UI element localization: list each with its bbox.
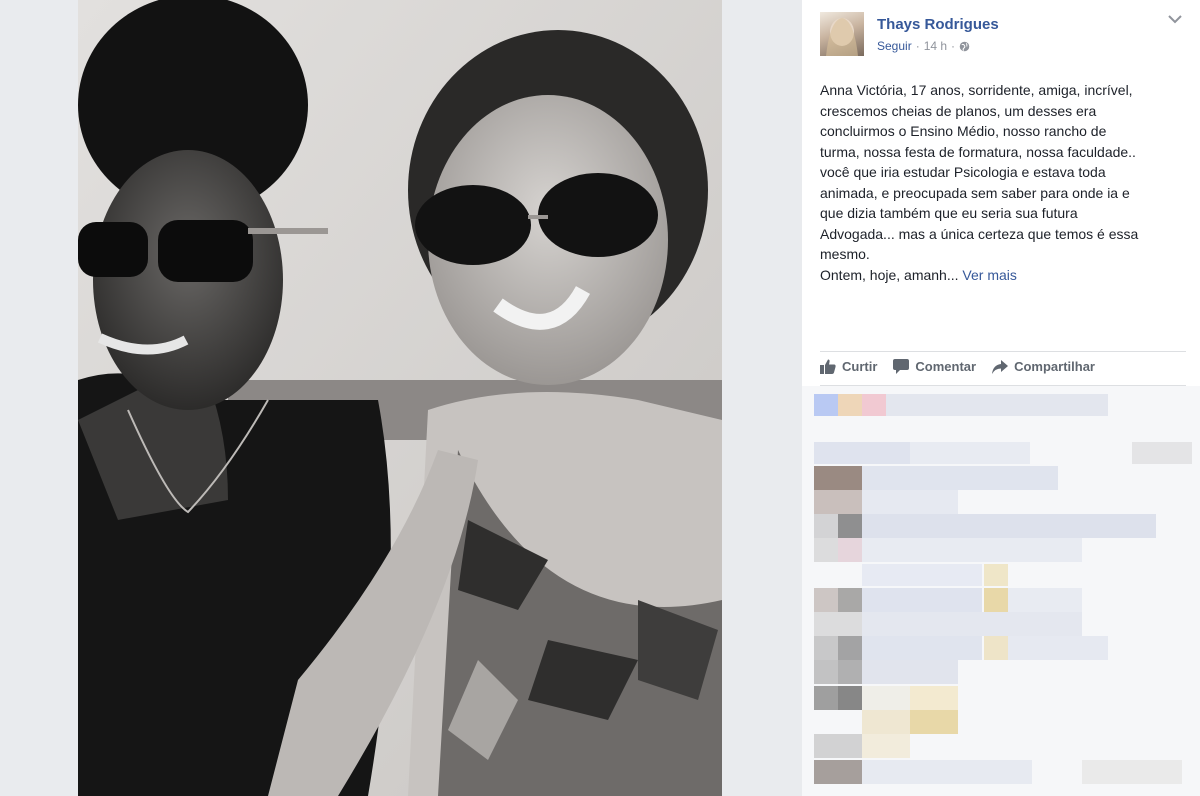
post-text-line: Anna Victória, 17 anos, sorridente, amig… [820,82,1133,98]
post-actions: Curtir Comentar Compartilhar [820,359,1111,374]
pixelated-block [838,538,862,562]
pixelated-block [814,588,838,612]
pixelated-block [984,564,1008,586]
author-name[interactable]: Thays Rodrigues [877,16,999,33]
pixelated-block [910,710,958,734]
pixelated-block [862,660,958,684]
see-more-link[interactable]: Ver mais [962,267,1016,283]
pixelated-block [814,636,838,660]
divider [820,351,1186,352]
post-text-line: animada, e preocupada sem saber para ond… [820,184,1130,201]
avatar-image [826,18,858,56]
share-button[interactable]: Compartilhar [992,359,1095,374]
like-button[interactable]: Curtir [820,359,877,374]
chevron-down-icon[interactable] [1168,14,1182,24]
like-label: Curtir [842,359,878,374]
pixelated-block [862,466,1058,490]
pixelated-block [814,686,838,710]
post-text-line: você que iria estudar Psicologia e estav… [820,164,1106,180]
globe-icon [959,41,970,51]
comments-section-blurred [802,386,1200,796]
post-text-line: mesmo. [820,246,870,262]
comment-icon [893,359,910,374]
post-text-line: concluirmos o Ensino Médio, nosso rancho… [820,123,1107,139]
pixelated-block [838,394,862,416]
pixelated-block [838,588,862,612]
follow-link[interactable]: Seguir [877,39,912,53]
thumbs-up-icon [820,359,836,374]
pixelated-block [1008,588,1082,612]
pixelated-block [862,588,982,612]
pixelated-block [814,466,862,490]
pixelated-block [862,710,910,734]
pixelated-block [862,636,982,660]
post-text-line: Advogada... mas a única certeza que temo… [820,225,1139,242]
post-text-truncated: Ontem, hoje, amanh... [820,266,959,283]
pixelated-block [984,636,1008,660]
pixelated-block [814,660,838,684]
pixelated-block [862,514,1156,538]
share-label: Compartilhar [1014,359,1095,374]
pixelated-block [862,760,1032,784]
pixelated-block [910,686,958,710]
pixelated-block [862,734,910,758]
pixelated-block [838,686,862,710]
pixelated-block [910,442,1030,464]
pixelated-block [838,514,862,538]
author-avatar[interactable] [820,12,864,56]
pixelated-block [886,394,1108,416]
pixelated-block [862,686,910,710]
pixelated-block [862,538,1082,562]
pixelated-block [984,588,1008,612]
pixelated-block [838,636,862,660]
pixelated-block [862,564,982,586]
pixelated-block [814,760,862,784]
pixelated-block [862,394,886,416]
post-meta: Seguir · 14 h · [877,39,970,53]
post-text: Anna Victória, 17 anos, sorridente, amig… [820,80,1188,285]
meta-separator-2: · [951,39,956,53]
post-text-last-line: Ontem, hoje, amanh... Ver mais [820,265,1188,286]
pixelated-block [1008,636,1108,660]
meta-separator: · [915,39,920,53]
pixelated-block [814,394,838,416]
photo-illustration [78,0,722,796]
post-text-line: crescemos cheias de planos, um desses er… [820,102,1097,119]
pixelated-block [862,490,958,514]
pixelated-block [814,612,862,636]
share-arrow-icon [992,359,1009,374]
comment-button[interactable]: Comentar [893,359,976,374]
pixelated-block [814,442,910,464]
pixelated-block [814,538,838,562]
pixelated-block [814,490,862,514]
photo-stage [0,0,802,796]
pixelated-block [1132,442,1192,464]
post-time[interactable]: 14 h [924,39,947,53]
post-text-line: turma, nossa festa de formatura, nossa f… [820,143,1136,160]
pixelated-block [814,734,862,758]
comment-label: Comentar [915,359,977,374]
pixelated-block [838,660,862,684]
pixelated-block [1082,760,1182,784]
post-text-line: que dizia também que eu seria sua futura [820,205,1078,221]
post-photo[interactable] [78,0,722,796]
pixelated-block [862,612,1082,636]
pixelated-block [814,514,838,538]
